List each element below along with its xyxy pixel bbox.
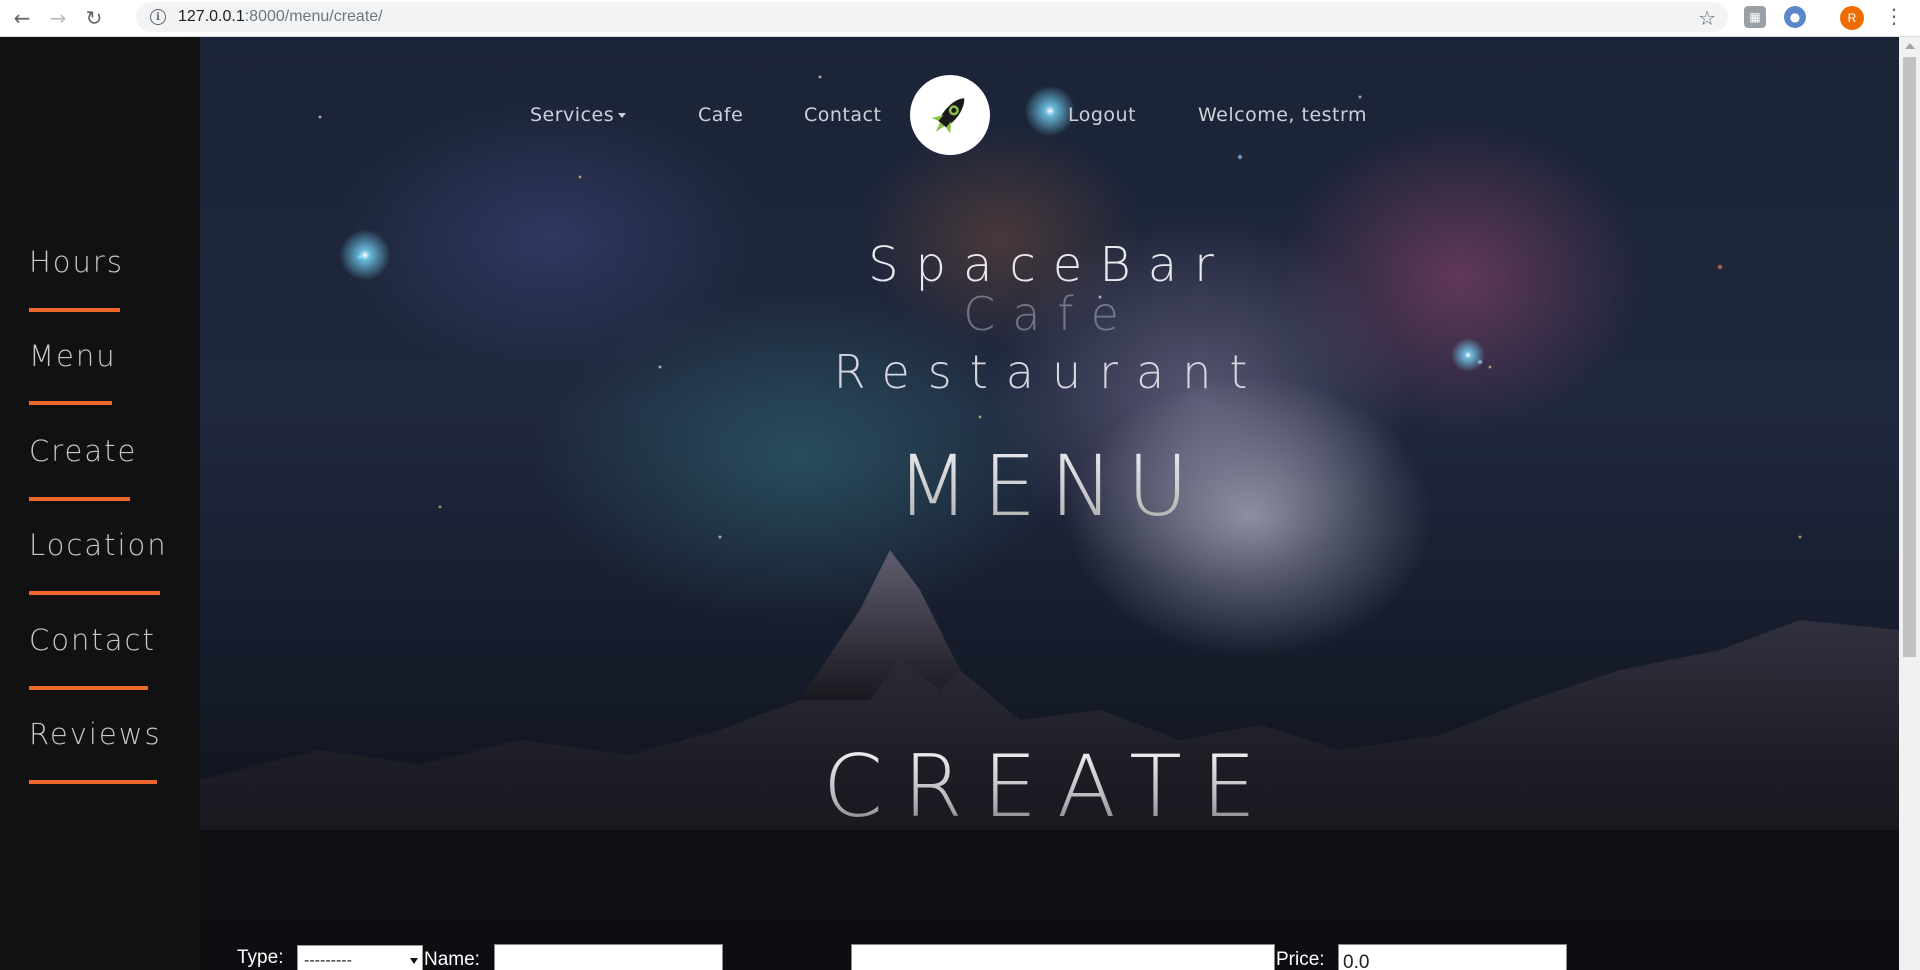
site-title: SpaceBar — [868, 237, 1231, 293]
sidebar: Hours Menu Create Location Contact Revie… — [0, 37, 200, 970]
browser-toolbar: ← → ↻ i 127.0.0.1:8000/menu/create/ ☆ ▦ … — [0, 0, 1920, 37]
dropdown-arrow-icon — [410, 958, 418, 964]
nav-services[interactable]: Services — [530, 104, 627, 126]
sidebar-item-hours[interactable]: Hours — [29, 245, 124, 279]
scrollbar-thumb[interactable] — [1903, 57, 1916, 657]
name-label: Name: — [424, 949, 480, 970]
back-icon[interactable]: ← — [8, 4, 36, 32]
hero-section: Services Cafe Contact Logout Welcome, te… — [200, 37, 1899, 970]
sidebar-item-reviews[interactable]: Reviews — [29, 717, 162, 751]
sidebar-divider — [29, 401, 112, 405]
price-label: Price: — [1276, 949, 1325, 970]
extension-icon[interactable]: ● — [1784, 6, 1806, 28]
url-path: :8000/menu/create/ — [244, 8, 383, 25]
sidebar-item-location[interactable]: Location — [29, 528, 168, 562]
address-bar[interactable]: i 127.0.0.1:8000/menu/create/ ☆ — [136, 2, 1728, 32]
info-icon[interactable]: i — [150, 9, 166, 25]
sidebar-divider — [29, 591, 160, 595]
nav-contact[interactable]: Contact — [804, 104, 881, 126]
price-input[interactable]: 0.0 — [1338, 944, 1567, 970]
chevron-down-icon — [618, 113, 627, 118]
menu-create-form: Type: --------- Name: Price: 0.0 — [200, 907, 1899, 970]
sidebar-divider — [29, 308, 120, 312]
forward-icon[interactable]: → — [44, 4, 72, 32]
site-subtitle-cafe: Cafe — [963, 287, 1136, 341]
sidebar-item-menu[interactable]: Menu — [29, 339, 117, 373]
name-input[interactable] — [494, 944, 723, 970]
section-heading: MENU — [200, 437, 1899, 535]
rocket-icon — [931, 98, 965, 134]
sidebar-divider — [29, 686, 148, 690]
sidebar-divider — [29, 780, 157, 784]
profile-avatar[interactable]: R — [1840, 6, 1864, 30]
sidebar-item-contact[interactable]: Contact — [29, 623, 156, 657]
nav-cafe[interactable]: Cafe — [698, 104, 743, 126]
bookmark-star-icon[interactable]: ☆ — [1698, 6, 1716, 30]
page-scrollbar[interactable] — [1899, 37, 1920, 970]
nav-services-label: Services — [530, 104, 615, 126]
sidebar-divider — [29, 497, 130, 501]
site-subtitle-restaurant: Restaurant — [833, 345, 1266, 399]
type-select[interactable]: --------- — [297, 945, 423, 970]
top-navigation: Services Cafe Contact Logout Welcome, te… — [200, 61, 1899, 155]
nav-welcome-user: Welcome, testrm — [1198, 104, 1367, 126]
page-title: CREATE — [200, 737, 1899, 837]
type-select-value: --------- — [304, 952, 352, 969]
description-textarea[interactable] — [851, 944, 1275, 970]
url-text[interactable]: 127.0.0.1:8000/menu/create/ — [178, 8, 383, 26]
reload-icon[interactable]: ↻ — [80, 4, 108, 32]
menu-kebab-icon[interactable]: ⋮ — [1884, 4, 1904, 28]
nav-logout[interactable]: Logout — [1068, 104, 1136, 126]
rocket-logo-icon[interactable] — [910, 75, 990, 155]
scroll-up-icon[interactable] — [1905, 43, 1915, 49]
type-label: Type: — [237, 947, 284, 968]
url-host: 127.0.0.1 — [178, 8, 245, 25]
extension-icon[interactable]: ▦ — [1744, 6, 1766, 28]
sidebar-item-create[interactable]: Create — [29, 434, 137, 468]
